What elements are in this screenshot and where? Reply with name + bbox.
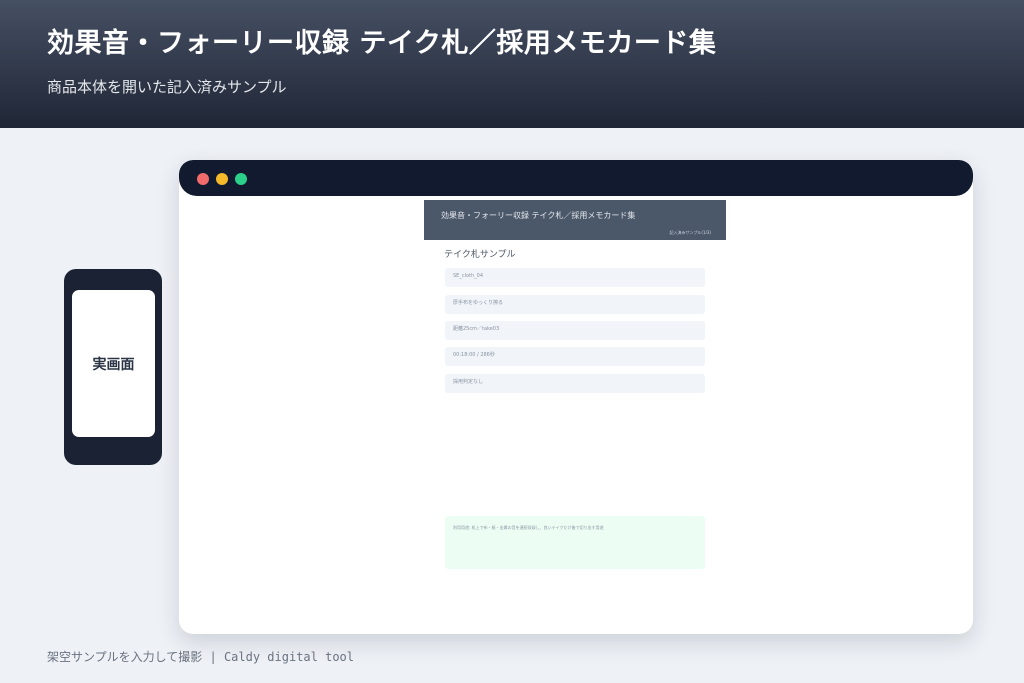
hero-title: 効果音・フォーリー収録 テイク札／採用メモカード集	[47, 28, 717, 59]
app-header-note: 記入済みサンプル(1/3)	[669, 230, 711, 235]
take-id-field[interactable]: SE_cloth_04	[445, 268, 705, 287]
maximize-window-dot-icon[interactable]	[235, 173, 247, 185]
phone-screen-label: 実画面	[92, 356, 135, 373]
adoption-status-field[interactable]: 採用判定なし	[445, 374, 705, 393]
app-header-title: 効果音・フォーリー収録 テイク札／採用メモカード集	[441, 211, 636, 220]
hero-subtitle: 商品本体を開いた記入済みサンプル	[47, 78, 287, 96]
close-window-dot-icon[interactable]	[197, 173, 209, 185]
minimize-window-dot-icon[interactable]	[216, 173, 228, 185]
usage-note-box[interactable]: 利用用途: 机上で布・紙・金属の音を連続収録し、良いテイクだけ後で切り出す用途	[445, 516, 705, 569]
browser-window: 効果音・フォーリー収録 テイク札／採用メモカード集 記入済みサンプル(1/3) …	[179, 160, 973, 634]
section-title: テイク札サンプル	[444, 250, 516, 260]
timecode-field[interactable]: 00:18:00 / 286秒	[445, 347, 705, 366]
sound-description-field[interactable]: 厚手布をゆっくり擦る	[445, 295, 705, 314]
hero-banner: 効果音・フォーリー収録 テイク札／採用メモカード集 商品本体を開いた記入済みサン…	[0, 0, 1024, 128]
footer-caption: 架空サンプルを入力して撮影 | Caldy digital tool	[47, 650, 354, 664]
app-screen: 効果音・フォーリー収録 テイク札／採用メモカード集 記入済みサンプル(1/3) …	[424, 200, 726, 620]
phone-screen: 実画面	[72, 290, 155, 437]
phone-mockup: 実画面	[64, 269, 162, 465]
distance-take-field[interactable]: 距離25cm／take03	[445, 321, 705, 340]
browser-title-bar	[179, 160, 973, 196]
app-header: 効果音・フォーリー収録 テイク札／採用メモカード集 記入済みサンプル(1/3)	[424, 200, 726, 240]
